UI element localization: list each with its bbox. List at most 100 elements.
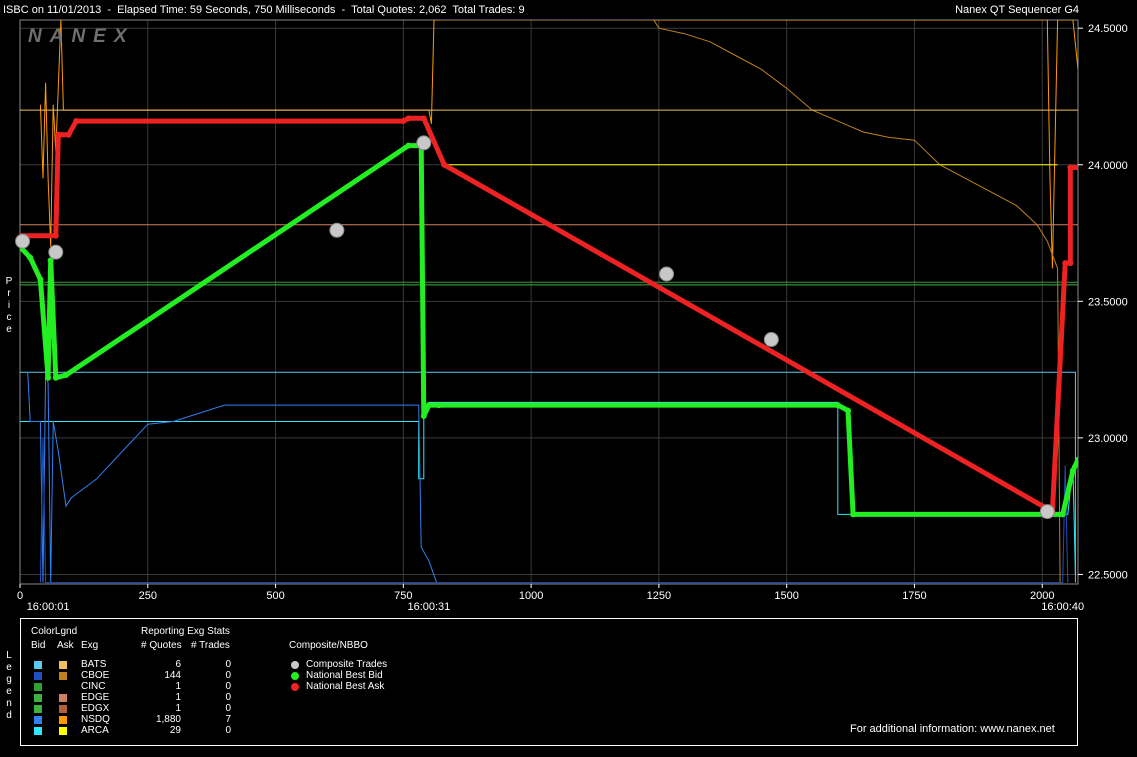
nbbo-point xyxy=(420,115,427,122)
exchange-name: EDGE xyxy=(81,692,110,703)
price-axis-label: Price xyxy=(5,276,13,335)
trade-point xyxy=(659,266,675,282)
bid-color-swatch xyxy=(34,716,42,724)
nbbo-point xyxy=(1062,260,1069,267)
series-cboe-bid xyxy=(39,437,1069,584)
ask-color-swatch xyxy=(59,705,67,713)
quote-count: 1 xyxy=(175,681,181,692)
exchange-name: CBOE xyxy=(81,670,110,681)
x-tick-label: 0 xyxy=(17,590,23,602)
nanex-logo: NANEX xyxy=(28,26,135,47)
quote-count: 1 xyxy=(175,703,181,714)
bid-color-swatch xyxy=(34,661,42,669)
nbbo-point xyxy=(850,511,857,518)
nbbo-point xyxy=(1067,164,1074,171)
nbbo-point xyxy=(65,131,72,138)
trade-count: 0 xyxy=(225,703,231,714)
ask-color-swatch xyxy=(59,661,67,669)
composite-item-label: National Best Ask xyxy=(306,681,385,692)
bid-color-swatch xyxy=(34,672,42,680)
trade-point xyxy=(416,135,432,151)
footer-info: For additional information: www.nanex.ne… xyxy=(850,723,1055,735)
nbbo-point xyxy=(1075,456,1078,463)
trade-point xyxy=(48,244,64,260)
y-tick-label: 22.5000 xyxy=(1088,569,1128,581)
nbbo-point xyxy=(400,118,407,125)
legend-side-label: Legend xyxy=(6,650,12,721)
nbbo-point xyxy=(52,374,59,381)
y-tick-label: 23.0000 xyxy=(1088,433,1128,445)
bid-color-swatch xyxy=(34,694,42,702)
quote-count: 1 xyxy=(175,692,181,703)
composite-title: Composite/NBBO xyxy=(289,640,368,651)
exchange-name: EDGX xyxy=(81,703,110,714)
nbbo-point xyxy=(845,407,851,414)
nbbo-point xyxy=(405,115,412,122)
trade-count: 0 xyxy=(225,670,231,681)
series-national-best-bid xyxy=(20,143,1078,517)
exchange-name: ARCA xyxy=(81,725,109,736)
nbbo-point xyxy=(436,402,443,409)
price-chart: 22.5000 23.0000 23.5000 24.0000 24.5000 0 250 5… xyxy=(15,19,1128,613)
trade-count: 0 xyxy=(225,659,231,670)
series-nsdq-bid xyxy=(27,372,438,583)
bid-column-header: Bid xyxy=(31,640,46,651)
app-name: Nanex QT Sequencer G4 xyxy=(955,4,1079,16)
trade-point xyxy=(1039,504,1055,520)
nbbo-point xyxy=(425,402,432,409)
nbbo-point xyxy=(1067,260,1074,267)
nbbo-point xyxy=(52,232,59,239)
nbbo-point xyxy=(45,374,52,381)
ask-color-swatch xyxy=(59,672,67,680)
x-tick-label: 250 xyxy=(139,590,157,602)
series-arca-bid xyxy=(20,401,1076,575)
composite-marker xyxy=(291,683,299,691)
x-tick-label: 500 xyxy=(266,590,284,602)
exg-stats-title: Reporting Exg Stats xyxy=(141,626,230,637)
ask-color-swatch xyxy=(59,727,67,735)
bid-color-swatch xyxy=(34,683,42,691)
nbbo-point xyxy=(55,131,62,138)
quotes-column-header: # Quotes xyxy=(141,640,182,651)
trade-count: 7 xyxy=(225,714,231,725)
ask-column-header: Ask xyxy=(57,640,74,651)
trade-count: 0 xyxy=(225,681,231,692)
exchange-name: BATS xyxy=(81,659,107,670)
nbbo-point xyxy=(37,276,44,283)
exchange-name: CINC xyxy=(81,681,106,692)
exchange-name: NSDQ xyxy=(81,714,110,725)
bid-color-swatch xyxy=(34,705,42,713)
nbbo-point xyxy=(834,402,841,409)
trade-point xyxy=(15,233,31,249)
nbbo-point xyxy=(405,142,412,149)
quote-count: 6 xyxy=(175,659,181,670)
trade-point xyxy=(329,222,345,238)
x-tick-label: 1750 xyxy=(902,590,926,602)
composite-item-label: Composite Trades xyxy=(306,659,388,670)
exg-column-header: Exg xyxy=(81,640,99,651)
trade-count: 0 xyxy=(225,725,231,736)
session-info: ISBC on 11/01/2013 - Elapsed Time: 59 Se… xyxy=(3,4,525,16)
quote-count: 29 xyxy=(169,725,181,736)
time-label: 16:00:40 xyxy=(1041,601,1084,613)
bid-color-swatch xyxy=(34,727,42,735)
y-tick-label: 24.5000 xyxy=(1088,23,1128,35)
nbbo-point xyxy=(1085,137,1091,143)
quote-count: 144 xyxy=(164,670,181,681)
ask-color-swatch xyxy=(59,716,67,724)
trade-point xyxy=(763,332,779,348)
nbbo-point xyxy=(73,118,80,125)
composite-marker xyxy=(291,672,299,680)
quote-count: 1,880 xyxy=(155,714,181,725)
composite-marker xyxy=(291,661,299,669)
nbbo-point xyxy=(1059,511,1066,518)
series-national-best-ask xyxy=(20,115,1078,515)
title-bar: ISBC on 11/01/2013 - Elapsed Time: 59 Se… xyxy=(0,0,1137,20)
y-tick-label: 23.5000 xyxy=(1088,296,1128,308)
y-tick-label: 24.0000 xyxy=(1088,160,1128,172)
trade-count: 0 xyxy=(225,692,231,703)
x-tick-label: 1500 xyxy=(774,590,798,602)
composite-item-label: National Best Bid xyxy=(306,670,383,681)
nbbo-point xyxy=(1069,467,1076,474)
trades-column-header: # Trades xyxy=(191,640,230,651)
